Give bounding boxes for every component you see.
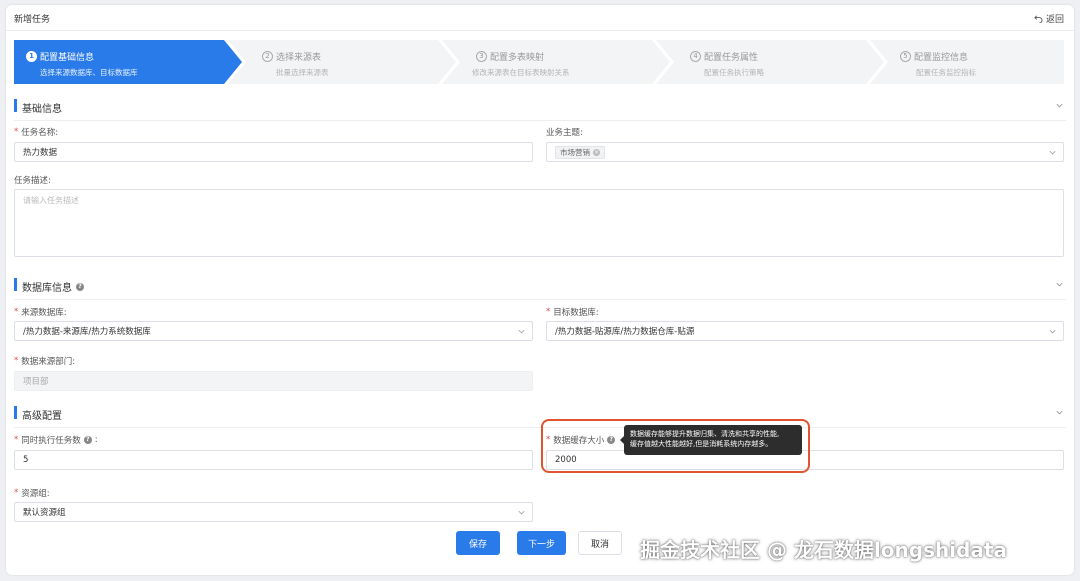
step-number: 4 xyxy=(690,51,701,62)
section-advanced[interactable]: 高级配置 xyxy=(14,403,1066,423)
tooltip-line: 缓存值越大性能越好,但是消耗系统内存越多。 xyxy=(630,440,773,448)
section-accent-bar xyxy=(14,406,17,419)
task-desc-label: 任务描述: xyxy=(14,176,51,186)
section-accent-bar xyxy=(14,99,17,112)
step-subtitle: 配置任务执行策略 xyxy=(704,68,764,77)
concurrent-tasks-label: * 同时执行任务数?: xyxy=(14,435,98,446)
business-topic-label: 业务主题: xyxy=(546,128,583,138)
step-number: 2 xyxy=(262,51,273,62)
step-title: 配置监控信息 xyxy=(914,53,969,63)
cache-size-tooltip: 数据缓存能够提升数据归集、清洗和共享的性能, 缓存值越大性能越好,但是消耗系统内… xyxy=(620,425,802,455)
resource-group-select[interactable]: 默认资源组 xyxy=(14,502,533,522)
close-icon[interactable]: × xyxy=(593,148,600,156)
step-title: 选择来源表 xyxy=(276,53,322,63)
step-title: 配置任务属性 xyxy=(704,53,759,63)
step-4[interactable]: 4 配置任务属性 配置任务执行策略 xyxy=(656,40,884,84)
stepper: 1 配置基础信息 选择来源数据库、目标数据库 2 选择来源表 批量选择来源表 3 配置… xyxy=(14,40,1064,84)
chevron-down-icon xyxy=(1049,329,1056,334)
step-number: 5 xyxy=(900,51,911,62)
step-subtitle: 选择来源数据库、目标数据库 xyxy=(40,68,138,77)
undo-icon xyxy=(1034,15,1043,23)
tooltip-line: 数据缓存能够提升数据归集、清洗和共享的性能, xyxy=(630,430,780,438)
source-dept-input: 项目部 xyxy=(14,371,533,391)
chevron-down-icon[interactable] xyxy=(1055,280,1064,289)
next-step-button[interactable]: 下一步 xyxy=(517,531,566,555)
chevron-down-icon xyxy=(518,329,525,334)
chevron-down-icon[interactable] xyxy=(1055,101,1064,110)
section-title: 数据库信息? xyxy=(22,279,84,294)
business-topic-select[interactable]: 市场营销 × xyxy=(546,142,1064,162)
step-title: 配置基础信息 xyxy=(40,53,95,63)
source-db-select[interactable]: /热力数据-来源库/热力系统数据库 xyxy=(14,321,533,341)
step-number: 1 xyxy=(26,51,37,62)
step-2[interactable]: 2 选择来源表 批量选择来源表 xyxy=(228,40,456,84)
section-title: 基础信息 xyxy=(22,104,62,115)
task-name-label: * 任务名称: xyxy=(14,127,59,138)
step-1[interactable]: 1 配置基础信息 选择来源数据库、目标数据库 xyxy=(14,40,242,84)
section-accent-bar xyxy=(14,278,17,291)
step-subtitle: 修改来源表在目标表映射关系 xyxy=(472,68,570,77)
cancel-button[interactable]: 取消 xyxy=(578,531,622,555)
section-basic-info[interactable]: 基础信息 xyxy=(14,96,1066,116)
divider xyxy=(14,120,1066,121)
source-db-label: * 来源数据库: xyxy=(14,307,67,318)
save-button[interactable]: 保存 xyxy=(456,531,500,555)
step-5[interactable]: 5 配置监控信息 配置任务监控指标 xyxy=(870,40,1064,84)
target-db-select[interactable]: /热力数据-贴源库/热力数据仓库-贴源 xyxy=(546,321,1064,341)
business-topic-tag: 市场营销 × xyxy=(555,145,605,159)
watermark-text: 掘金技术社区 @ 龙石数据longshidata xyxy=(640,538,1007,562)
page-title: 新增任务 xyxy=(14,15,51,25)
step-subtitle: 配置任务监控指标 xyxy=(916,68,976,77)
page-header: 新增任务 返回 xyxy=(6,5,1074,31)
target-db-label: * 目标数据库: xyxy=(546,307,599,318)
section-title: 高级配置 xyxy=(22,411,62,422)
back-label: 返回 xyxy=(1045,15,1064,25)
source-dept-label: * 数据来源部门: xyxy=(14,356,76,367)
concurrent-tasks-input[interactable]: 5 xyxy=(14,450,533,470)
help-icon[interactable]: ? xyxy=(76,282,84,291)
divider xyxy=(14,427,1066,428)
resource-group-label: * 资源组: xyxy=(14,488,50,499)
section-db-info[interactable]: 数据库信息? xyxy=(14,275,1066,295)
back-button[interactable]: 返回 xyxy=(1034,12,1064,25)
task-form-card: 新增任务 返回 1 配置基础信息 选择来源数据库、目标数据库 2 选择来源表 批量选… xyxy=(6,5,1074,575)
step-subtitle: 批量选择来源表 xyxy=(276,68,329,77)
chevron-down-icon[interactable] xyxy=(1055,408,1064,417)
help-icon[interactable]: ? xyxy=(83,436,92,444)
task-desc-textarea[interactable]: 请输入任务描述 xyxy=(14,189,1064,257)
step-number: 3 xyxy=(476,51,487,62)
chevron-down-icon xyxy=(518,510,525,515)
divider xyxy=(14,299,1066,300)
step-3[interactable]: 3 配置多表映射 修改来源表在目标表映射关系 xyxy=(442,40,670,84)
step-title: 配置多表映射 xyxy=(490,53,545,63)
task-name-input[interactable]: 热力数据 xyxy=(14,142,533,162)
chevron-down-icon xyxy=(1049,150,1056,155)
